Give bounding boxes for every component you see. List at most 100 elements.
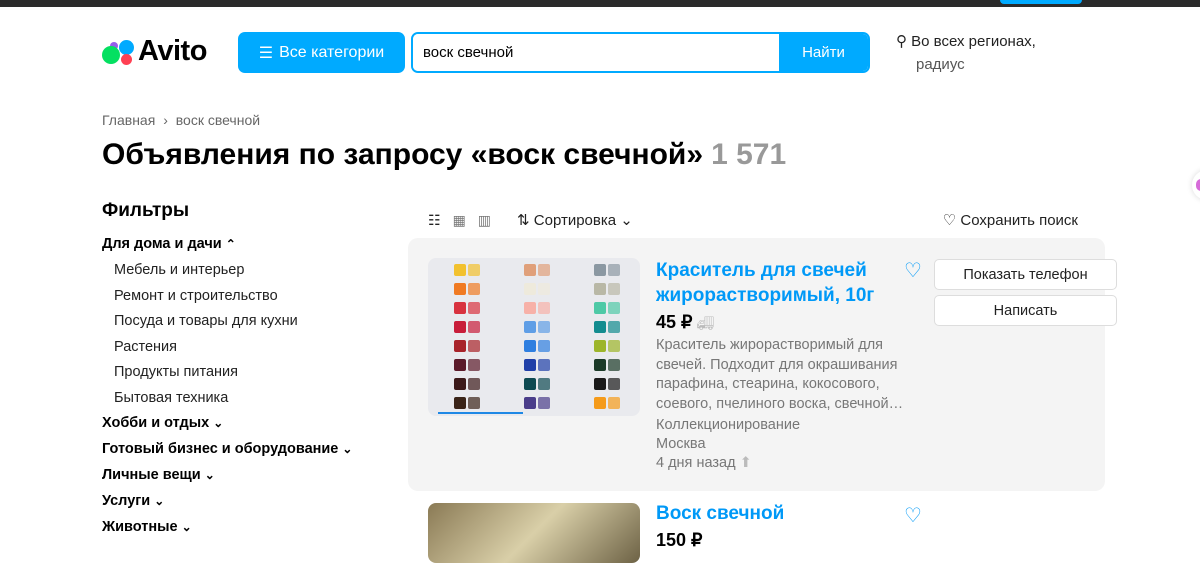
filter-subcategory[interactable]: Посуда и товары для кухни [102,310,352,336]
filter-subcategory[interactable]: Растения [102,336,352,362]
floating-assistant-button[interactable] [1192,170,1200,200]
search-input[interactable] [413,34,779,71]
delivery-truck-icon: 🚚︎ [696,315,715,331]
listing-price: 45 ₽ 🚚︎ [656,312,714,333]
write-message-button[interactable]: Написать [934,295,1117,326]
logo-text: Avito [138,34,207,67]
region-selector[interactable]: ⚲ Во всех регионах, радиус [896,30,1036,76]
page-title: Объявления по запросу «воск свечной» 1 57… [102,138,786,172]
chevron-icon: ⌄ [154,494,165,508]
color-swatch [468,302,480,314]
color-swatch [594,264,606,276]
all-categories-button[interactable]: ☰ Все категории [238,32,405,73]
color-swatch [608,378,620,390]
grid-view-icon[interactable]: ▦ [453,212,466,229]
filter-category[interactable]: Услуги ⌄ [102,490,352,516]
filters-list: Для дома и дачи ⌃ Мебель и интерьер Ремонт… [102,233,352,542]
breadcrumb-current[interactable]: воск свечной [176,112,260,128]
page-title-text: Объявления по запросу «воск свечной» [102,138,704,171]
filter-category-label: Услуги [102,493,151,509]
color-swatch [454,378,466,390]
filter-category-label: Хобби и отдых [102,415,210,431]
listing-description: Краситель жирорастворимый для свечей. По… [656,337,904,412]
filter-category-label: Для дома и дачи [102,236,222,252]
listing-card[interactable]: Краситель для свечей жирорастворимый, 10… [408,238,1117,491]
color-swatch [538,378,550,390]
chevron-down-icon: ⌄ [620,212,633,229]
color-swatch [608,397,620,409]
color-swatch [468,359,480,371]
filter-category[interactable]: Личные вещи ⌄ [102,464,352,490]
color-swatch [454,264,466,276]
color-swatch [454,321,466,333]
chevron-icon: ⌄ [213,416,224,430]
search-button[interactable]: Найти [779,34,868,71]
radius-text: радиус [916,56,965,73]
color-swatch [608,359,620,371]
map-view-icon[interactable]: ▥ [478,212,491,229]
listing-date: 4 дня назад [656,455,736,471]
sort-label: Сортировка [533,212,617,229]
color-swatch [468,264,480,276]
save-search-label: Сохранить поиск [960,212,1078,229]
color-swatch [454,397,466,409]
listing-title[interactable]: Краситель для свечей жирорастворимый, 10… [656,258,886,308]
sort-button[interactable]: ⇅ Сортировка ⌄ [517,211,633,229]
filter-category-label: Личные вещи [102,467,201,483]
color-swatch [454,302,466,314]
breadcrumb-home[interactable]: Главная [102,112,155,128]
results-count: 1 571 [711,138,787,171]
color-swatch [594,378,606,390]
color-swatch [454,283,466,295]
list-view-icon[interactable]: ☷ [428,212,441,229]
color-swatch [524,321,536,333]
categories-search-icon: ☰ [258,44,274,62]
filter-category[interactable]: Для дома и дачи ⌃ [102,233,352,259]
color-swatch [608,283,620,295]
image-gallery-indicator [438,412,523,414]
heart-icon: ♡ [942,212,957,229]
color-swatch [468,321,480,333]
favorite-heart-icon-2[interactable]: ♡ [904,503,922,528]
filter-category[interactable]: Хобби и отдых ⌄ [102,412,352,438]
color-swatch [538,359,550,371]
listing-image-2[interactable] [428,503,640,563]
color-swatch [594,302,606,314]
region-text: Во всех регионах, [911,33,1036,50]
color-swatch [454,359,466,371]
avito-logo[interactable]: Avito [102,34,207,68]
color-swatch [538,397,550,409]
color-swatch [594,321,606,333]
color-swatch [468,340,480,352]
filter-category-label: Животные [102,519,178,535]
filter-subcategory[interactable]: Ремонт и строительство [102,285,352,311]
filter-subcategory[interactable]: Бытовая техника [102,387,352,413]
filter-category[interactable]: Животные ⌄ [102,516,352,542]
save-search-button[interactable]: ♡ Сохранить поиск [943,211,1078,229]
filter-subcategory[interactable]: Мебель и интерьер [102,259,352,285]
categories-label: Все категории [279,43,385,61]
filter-subcategory[interactable]: Продукты питания [102,361,352,387]
color-swatch [524,302,536,314]
location-pin-icon: ⚲ [896,33,907,50]
favorite-heart-icon[interactable]: ♡ [904,258,922,283]
promoted-arrow-icon: ⬆ [739,455,752,471]
results-toolbar: ☷ ▦ ▥ ⇅ Сортировка ⌄ ♡ Сохранить поиск [428,210,1078,230]
filter-category[interactable]: Готовый бизнес и оборудование ⌄ [102,438,352,464]
listing-title-2[interactable]: Воск свечной [656,503,784,525]
color-swatch [538,321,550,333]
color-swatch [524,340,536,352]
listing-image[interactable] [428,258,640,416]
show-phone-button[interactable]: Показать телефон [934,259,1117,290]
color-swatch [594,283,606,295]
color-swatch [524,359,536,371]
color-swatch [524,378,536,390]
color-swatch [468,397,480,409]
color-swatch [454,340,466,352]
color-swatch [468,378,480,390]
color-swatch [538,302,550,314]
color-swatch [608,321,620,333]
listing-city: Москва [656,436,706,452]
color-swatch [608,302,620,314]
listing-category: Коллекционирование [656,417,801,433]
